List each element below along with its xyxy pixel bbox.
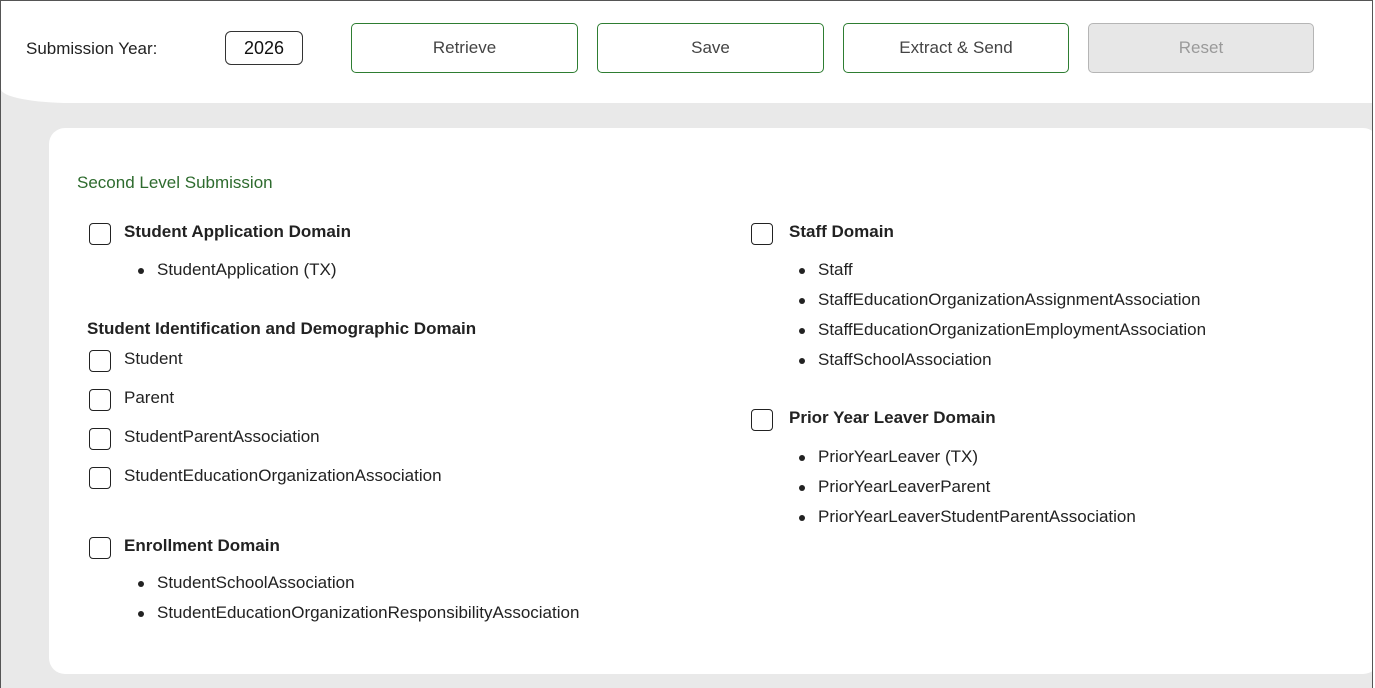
enrollment-list: StudentSchoolAssociation StudentEducatio… [135, 568, 579, 628]
submission-year-input[interactable] [225, 31, 303, 65]
student-education-organization-association-checkbox[interactable] [89, 467, 111, 489]
parent-option-label: Parent [124, 388, 175, 407]
student-identification-domain-label: Student Identification and Demographic D… [87, 319, 477, 338]
staff-domain-checkbox[interactable] [751, 223, 773, 245]
list-item: StaffSchoolAssociation [796, 345, 1206, 375]
extract-send-button[interactable]: Extract & Send [843, 23, 1069, 73]
list-item: PriorYearLeaverStudentParentAssociation [796, 502, 1136, 532]
staff-domain-label: Staff Domain [789, 222, 894, 241]
second-level-submission-panel: Second Level Submission Student Applicat… [49, 128, 1372, 674]
save-button[interactable]: Save [597, 23, 824, 73]
list-item: PriorYearLeaver (TX) [796, 442, 1136, 472]
student-parent-association-checkbox[interactable] [89, 428, 111, 450]
student-checkbox[interactable] [89, 350, 111, 372]
enrollment-domain-label: Enrollment Domain [124, 536, 280, 555]
list-item: StaffEducationOrganizationEmploymentAsso… [796, 315, 1206, 345]
student-education-organization-association-label: StudentEducationOrganizationAssociation [124, 466, 442, 485]
prior-year-leaver-list: PriorYearLeaver (TX) PriorYearLeaverPare… [796, 442, 1136, 532]
app-frame: Submission Year: Retrieve Save Extract &… [0, 0, 1373, 688]
student-application-domain-label: Student Application Domain [124, 222, 351, 241]
list-item: StudentEducationOrganizationResponsibili… [135, 598, 579, 628]
prior-year-leaver-domain-checkbox[interactable] [751, 409, 773, 431]
submission-year-label: Submission Year: [26, 39, 158, 58]
list-item: PriorYearLeaverParent [796, 472, 1136, 502]
student-parent-association-label: StudentParentAssociation [124, 427, 320, 446]
student-option-label: Student [124, 349, 183, 368]
toolbar: Submission Year: Retrieve Save Extract &… [1, 1, 1372, 103]
list-item: StudentApplication (TX) [135, 255, 337, 285]
section-title: Second Level Submission [77, 173, 273, 192]
list-item: StaffEducationOrganizationAssignmentAsso… [796, 285, 1206, 315]
student-application-list: StudentApplication (TX) [135, 255, 337, 285]
staff-list: Staff StaffEducationOrganizationAssignme… [796, 255, 1206, 375]
prior-year-leaver-domain-label: Prior Year Leaver Domain [789, 408, 996, 427]
reset-button: Reset [1088, 23, 1314, 73]
student-application-domain-checkbox[interactable] [89, 223, 111, 245]
enrollment-domain-checkbox[interactable] [89, 537, 111, 559]
list-item: Staff [796, 255, 1206, 285]
parent-checkbox[interactable] [89, 389, 111, 411]
retrieve-button[interactable]: Retrieve [351, 23, 578, 73]
list-item: StudentSchoolAssociation [135, 568, 579, 598]
